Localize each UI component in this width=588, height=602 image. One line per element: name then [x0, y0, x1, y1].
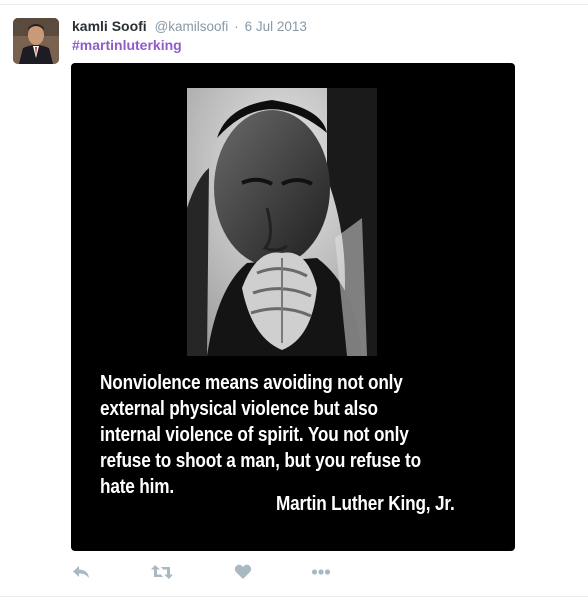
tweet-date[interactable]: 6 Jul 2013	[245, 19, 307, 34]
tweet: kamli Soofi @kamilsoofi · 6 Jul 2013 #ma…	[0, 0, 588, 602]
tweet-actions	[71, 563, 371, 581]
avatar[interactable]	[13, 18, 59, 64]
quote-text: Nonviolence means avoiding not only exte…	[100, 370, 496, 500]
divider-bottom	[0, 596, 588, 597]
display-name[interactable]: kamli Soofi	[72, 18, 147, 34]
quote-line: Nonviolence means avoiding not only	[100, 372, 403, 394]
quote-line: external physical violence but also	[100, 398, 378, 420]
quote-author: Martin Luther King, Jr.	[276, 493, 455, 515]
divider-top	[0, 4, 588, 5]
more-dots-icon[interactable]	[311, 563, 331, 581]
hashtag-link[interactable]: #martinluterking	[72, 36, 182, 54]
tweet-media-image[interactable]: Nonviolence means avoiding not only exte…	[71, 63, 515, 551]
retweet-icon[interactable]	[150, 563, 174, 581]
username-handle[interactable]: @kamilsoofi	[155, 19, 229, 34]
tweet-header: kamli Soofi @kamilsoofi · 6 Jul 2013	[72, 17, 307, 35]
meta-separator: ·	[234, 19, 239, 34]
quote-line: internal violence of spirit. You not onl…	[100, 424, 409, 446]
quote-line: refuse to shoot a man, but you refuse to	[100, 450, 421, 472]
reply-icon[interactable]	[71, 563, 91, 581]
like-heart-icon[interactable]	[234, 563, 252, 581]
portrait-photo	[187, 88, 377, 356]
